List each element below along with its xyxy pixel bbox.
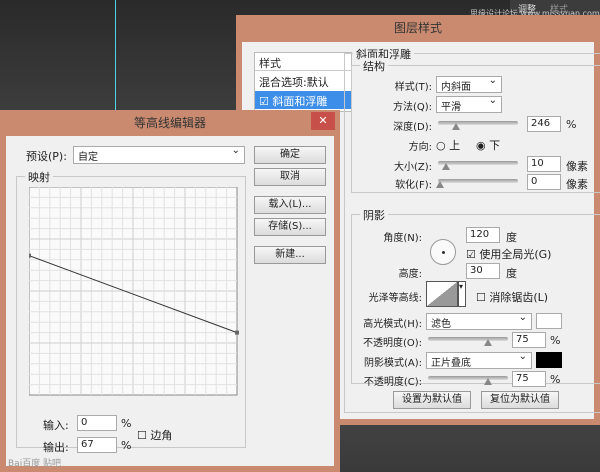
guide-line: [115, 0, 116, 120]
depth-input[interactable]: 246: [527, 116, 561, 132]
checkbox-icon[interactable]: ☑: [259, 95, 269, 108]
slider-thumb[interactable]: [484, 339, 492, 346]
contour-point[interactable]: [235, 330, 239, 335]
contour-editor-title: 等高线编辑器: [0, 110, 340, 136]
shadow-opacity-label: 不透明度(C):: [363, 377, 422, 388]
style-list: 样式 混合选项:默认 ☑ 斜面和浮雕: [254, 52, 352, 112]
highlight-mode-label: 高光模式(H):: [363, 319, 422, 330]
depth-unit: %: [566, 118, 577, 131]
contour-graph[interactable]: [29, 187, 239, 397]
shadow-color-swatch[interactable]: [536, 352, 562, 368]
preset-label: 预设(P):: [26, 150, 67, 163]
altitude-input[interactable]: 30: [466, 263, 500, 279]
soften-label: 软化(F):: [395, 180, 432, 191]
style-label: 样式(T):: [394, 82, 432, 93]
cancel-button[interactable]: 取消: [254, 168, 326, 186]
global-light-checkbox[interactable]: ☑ 使用全局光(G): [466, 246, 551, 262]
style-select[interactable]: 内斜面: [436, 75, 502, 93]
shadow-opacity-slider[interactable]: [428, 376, 508, 385]
highlight-opacity-label: 不透明度(O):: [362, 338, 422, 349]
antialias-checkbox[interactable]: ☐ 消除锯齿(L): [476, 289, 548, 305]
structure-group: 结构 样式(T): 内斜面 方法(Q): 平滑 深度(D): 246 % 方向:…: [351, 58, 600, 193]
size-slider[interactable]: [438, 161, 518, 170]
gloss-contour-label: 光泽等高线:: [368, 293, 422, 304]
slider-thumb[interactable]: [452, 123, 460, 130]
highlight-opacity-input[interactable]: 75: [512, 332, 546, 348]
baidu-logo: Bai百度 贴吧: [8, 459, 62, 469]
soften-input[interactable]: 0: [527, 174, 561, 190]
opacity-unit: %: [550, 373, 561, 386]
angle-unit: 度: [506, 231, 517, 244]
shadow-mode-label: 阴影模式(A):: [363, 358, 422, 369]
save-button[interactable]: 存储(S)...: [254, 218, 326, 236]
list-item-bevel[interactable]: ☑ 斜面和浮雕: [255, 91, 351, 109]
make-default-button[interactable]: 设置为默认值: [393, 391, 471, 409]
highlight-opacity-slider[interactable]: [428, 337, 508, 346]
reset-default-button[interactable]: 复位为默认值: [481, 391, 559, 409]
output-label: 输出:: [43, 441, 69, 454]
radio-label: 下: [489, 139, 501, 152]
checkbox-label: 边角: [150, 429, 173, 442]
gloss-contour-picker[interactable]: [426, 281, 458, 307]
technique-label: 方法(Q):: [392, 102, 432, 113]
checkbox-label: 消除锯齿(L): [489, 291, 549, 304]
ok-button[interactable]: 确定: [254, 146, 326, 164]
list-item-label: 斜面和浮雕: [272, 95, 328, 108]
radio-label: 上: [449, 139, 461, 152]
altitude-unit: 度: [506, 267, 517, 280]
mapping-legend: 映射: [25, 169, 53, 185]
technique-select[interactable]: 平滑: [436, 95, 502, 113]
shadow-mode-select[interactable]: 正片叠底: [426, 351, 532, 369]
contour-editor-dialog: 等高线编辑器 ✕ 预设(P): 自定 映射 输入: 0 % ☐ 边角 输出: 6…: [0, 110, 340, 472]
angle-input[interactable]: 120: [466, 227, 500, 243]
contour-point[interactable]: [29, 253, 31, 258]
direction-down-radio[interactable]: ◉ 下: [476, 137, 500, 153]
highlight-mode-select[interactable]: 滤色: [426, 312, 532, 330]
altitude-label: 高度:: [398, 269, 422, 280]
shading-group: 阴影 角度(N): 120 度 ☑ 使用全局光(G) 高度: 30 度 光泽等高…: [351, 207, 600, 388]
mapping-group: 映射 输入: 0 % ☐ 边角 输出: 67 %: [16, 169, 246, 454]
chevron-down-icon[interactable]: ▾: [458, 281, 466, 307]
angle-dial[interactable]: [430, 239, 456, 265]
size-input[interactable]: 10: [527, 156, 561, 172]
shading-legend: 阴影: [360, 207, 388, 223]
checkbox-label: 使用全局光(G): [479, 248, 552, 261]
output-field[interactable]: 67: [77, 437, 117, 453]
direction-label: 方向:: [408, 142, 432, 153]
preset-select[interactable]: 自定: [73, 145, 245, 164]
depth-label: 深度(D):: [393, 122, 432, 133]
bevel-group: 斜面和浮雕 结构 样式(T): 内斜面 方法(Q): 平滑 深度(D): 246…: [344, 46, 600, 413]
opacity-unit: %: [550, 334, 561, 347]
slider-thumb[interactable]: [484, 378, 492, 385]
list-item-blending[interactable]: 混合选项:默认: [255, 71, 351, 91]
shadow-opacity-input[interactable]: 75: [512, 371, 546, 387]
direction-up-radio[interactable]: ○ 上: [436, 137, 460, 153]
new-button[interactable]: 新建...: [254, 246, 326, 264]
size-label: 大小(Z):: [393, 162, 432, 173]
depth-slider[interactable]: [438, 121, 518, 130]
output-unit: %: [121, 439, 132, 452]
structure-legend: 结构: [360, 58, 388, 74]
input-field[interactable]: 0: [77, 415, 117, 431]
input-label: 输入:: [43, 419, 69, 432]
soften-unit: 像素: [566, 178, 588, 191]
load-button[interactable]: 载入(L)...: [254, 196, 326, 214]
input-unit: %: [121, 417, 132, 430]
highlight-color-swatch[interactable]: [536, 313, 562, 329]
size-unit: 像素: [566, 160, 588, 173]
layer-style-title: 图层样式: [236, 15, 600, 42]
angle-label: 角度(N):: [383, 233, 422, 244]
list-item-styles[interactable]: 样式: [255, 53, 351, 71]
close-icon[interactable]: ✕: [311, 112, 335, 130]
slider-thumb[interactable]: [436, 181, 444, 188]
slider-thumb[interactable]: [442, 163, 450, 170]
corner-checkbox[interactable]: ☐ 边角: [137, 427, 172, 443]
soften-slider[interactable]: [436, 179, 518, 188]
